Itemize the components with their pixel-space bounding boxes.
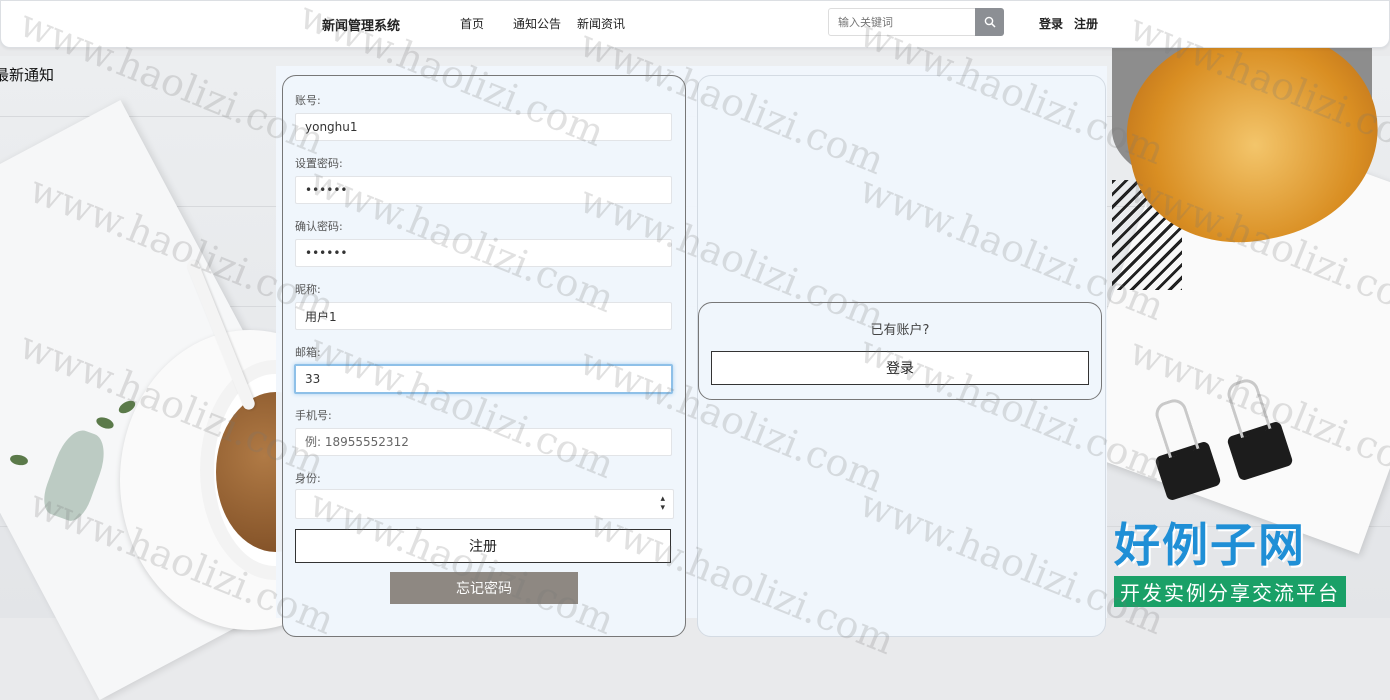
have-account-text: 已有账户?: [870, 323, 930, 338]
news-ticker: 最新通知: [0, 66, 55, 84]
password-label: 设置密码:: [295, 157, 343, 170]
nav-news[interactable]: 新闻资讯: [577, 15, 625, 32]
account-label: 账号:: [295, 94, 321, 107]
nav-login[interactable]: 登录: [1039, 15, 1063, 32]
nav-register[interactable]: 注册: [1074, 15, 1098, 32]
brand-logo: 好例子网 开发实例分享交流平台: [1114, 520, 1346, 607]
confirm-password-input[interactable]: [295, 239, 672, 267]
brand-subtitle: 开发实例分享交流平台: [1114, 576, 1346, 607]
nickname-input[interactable]: [295, 302, 672, 330]
search-icon: [984, 16, 996, 28]
password-input[interactable]: [295, 176, 672, 204]
login-prompt-box: 已有账户? 登录: [698, 302, 1102, 400]
confirm-password-label: 确认密码:: [295, 220, 343, 233]
login-button[interactable]: 登录: [711, 351, 1089, 385]
email-label: 邮箱:: [295, 346, 321, 359]
site-title: 新闻管理系统: [322, 19, 401, 34]
role-label: 身份:: [295, 472, 321, 485]
phone-label: 手机号:: [295, 409, 332, 422]
phone-input[interactable]: [295, 428, 672, 456]
account-input[interactable]: [295, 113, 672, 141]
brand-title: 好例子网: [1114, 518, 1306, 572]
navbar: 新闻管理系统 首页 通知公告 新闻资讯 登录 注册: [0, 0, 1390, 48]
nav-notices[interactable]: 通知公告: [513, 15, 561, 32]
register-button[interactable]: 注册: [295, 529, 671, 563]
search-button[interactable]: [975, 8, 1004, 36]
email-input[interactable]: [294, 364, 673, 394]
select-arrows-icon: ▴ ▾: [660, 494, 665, 513]
forgot-password-button[interactable]: 忘记密码: [390, 572, 578, 604]
nav-home[interactable]: 首页: [460, 15, 484, 32]
register-form: 账号: 设置密码: 确认密码: 昵称: 邮箱: 手机号: 身份: ▴▾ 注册 忘…: [282, 75, 686, 637]
nickname-label: 昵称:: [295, 283, 321, 296]
search-input[interactable]: [828, 8, 979, 36]
role-select[interactable]: ▴ ▾: [295, 489, 674, 519]
